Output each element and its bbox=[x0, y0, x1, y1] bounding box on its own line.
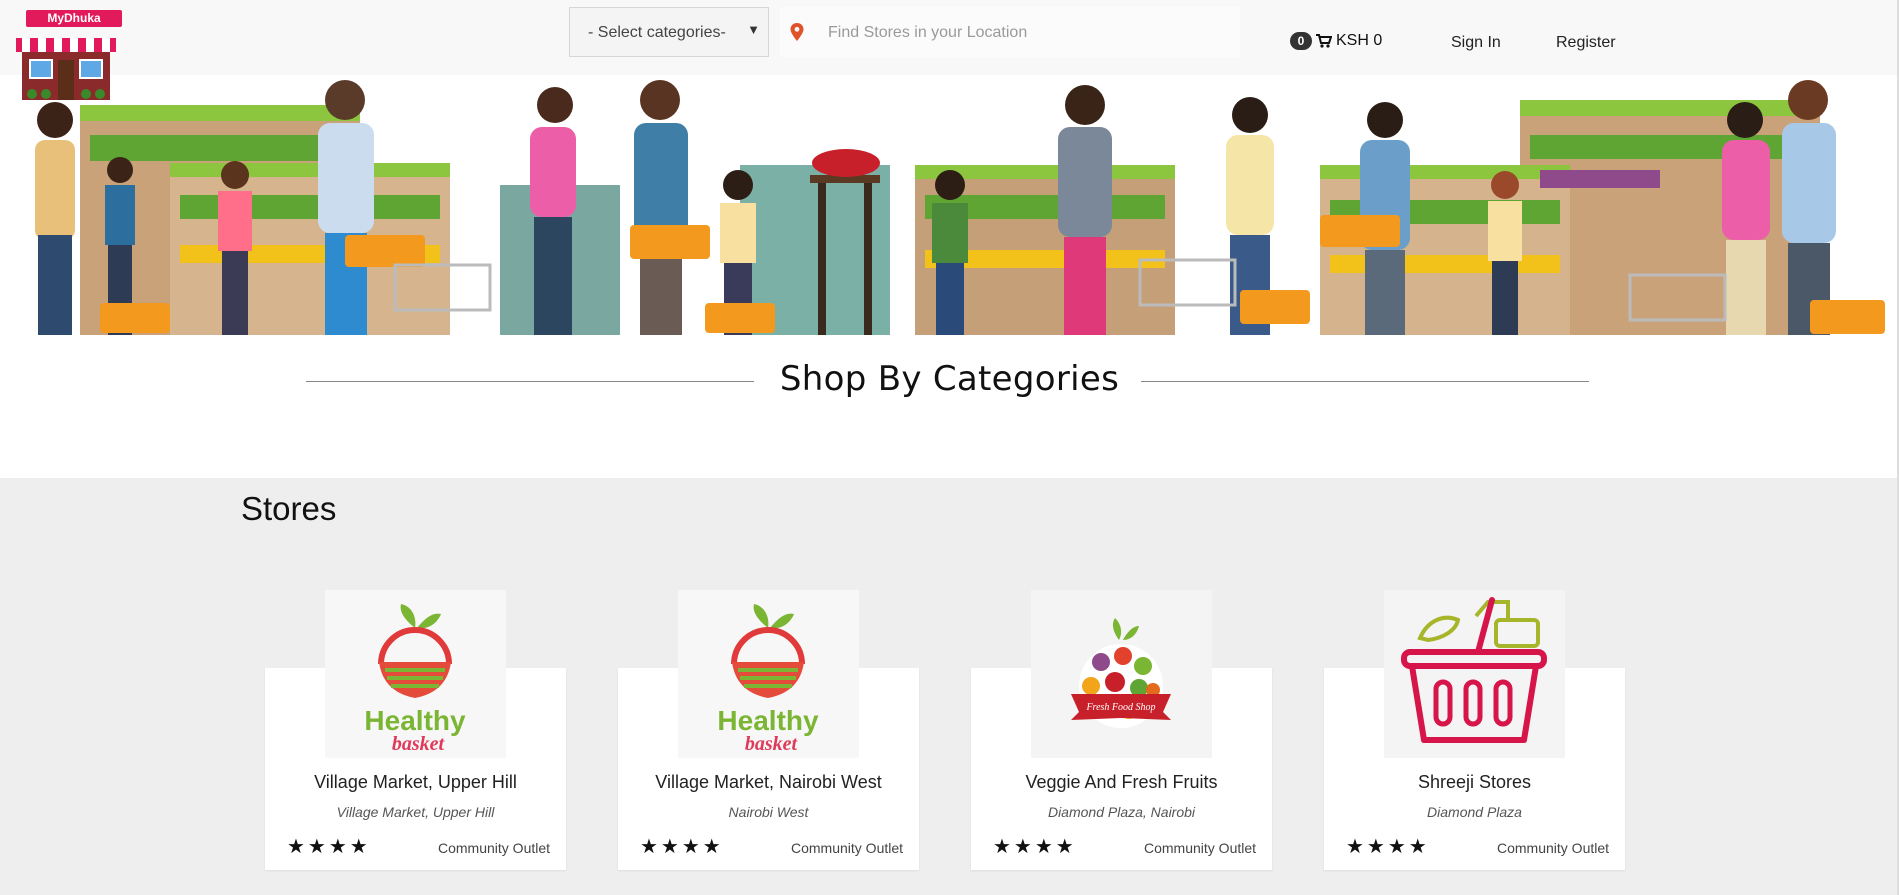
sign-in-link[interactable]: Sign In bbox=[1451, 34, 1501, 52]
store-name[interactable]: Village Market, Upper Hill bbox=[265, 772, 566, 793]
cart-count-badge: 0 bbox=[1290, 32, 1312, 50]
category-select-value: - Select categories- bbox=[588, 24, 726, 41]
category-select[interactable]: - Select categories- ▼ bbox=[569, 7, 769, 57]
store-name[interactable]: Shreeji Stores bbox=[1324, 772, 1625, 793]
hero-banner bbox=[0, 75, 1899, 335]
svg-text:Healthy: Healthy bbox=[364, 705, 466, 736]
store-name[interactable]: Village Market, Nairobi West bbox=[618, 772, 919, 793]
categories-heading: Shop By Categories bbox=[779, 359, 1120, 399]
stores-heading: Stores bbox=[241, 490, 337, 527]
location-search-input[interactable] bbox=[826, 19, 1210, 47]
store-category: Community Outlet bbox=[1144, 840, 1257, 856]
shopping-cart-icon bbox=[1316, 34, 1332, 48]
location-search[interactable] bbox=[780, 7, 1240, 57]
store-category: Community Outlet bbox=[1497, 840, 1610, 856]
location-pin-icon bbox=[790, 23, 804, 41]
store-location: Diamond Plaza bbox=[1427, 804, 1522, 820]
store-card[interactable]: Healthy basket Village Market, Upper Hil… bbox=[265, 590, 566, 870]
svg-text:basket: basket bbox=[392, 733, 446, 755]
banner-divider bbox=[913, 75, 915, 335]
categories-section: Shop By Categories bbox=[0, 335, 1899, 478]
svg-text:Fresh Food Shop: Fresh Food Shop bbox=[1085, 702, 1155, 713]
logo-text: MyDhuka bbox=[26, 10, 122, 27]
cart-total: KSH 0 bbox=[1336, 32, 1383, 49]
register-link[interactable]: Register bbox=[1556, 34, 1616, 52]
mydhuka-logo[interactable]: MyDhuka bbox=[12, 8, 122, 108]
healthy-basket-logo: Healthy basket bbox=[325, 590, 506, 758]
star-rating: ★★★★ bbox=[640, 836, 724, 858]
shoppers-illustration bbox=[35, 80, 1885, 335]
store-category: Community Outlet bbox=[791, 840, 904, 856]
store-card[interactable]: Shreeji Stores Diamond Plaza ★★★★ Commun… bbox=[1324, 590, 1625, 870]
stores-section: Stores Healthy basket Village Market, Up… bbox=[0, 478, 1899, 895]
star-rating: ★★★★ bbox=[1346, 836, 1430, 858]
store-category: Community Outlet bbox=[438, 840, 551, 856]
svg-text:basket: basket bbox=[745, 733, 799, 755]
star-rating: ★★★★ bbox=[993, 836, 1077, 858]
store-card[interactable]: Healthy basket Village Market, Nairobi W… bbox=[618, 590, 919, 870]
store-card[interactable]: Fresh Food Shop Veggie And Fresh Fruits … bbox=[971, 590, 1272, 870]
cart-summary[interactable]: 0 KSH 0 bbox=[1290, 30, 1382, 52]
chevron-down-icon: ▼ bbox=[747, 22, 760, 37]
shopping-basket-logo bbox=[1384, 590, 1565, 758]
page: - Select categories- ▼ 0 KSH 0 Sign In R… bbox=[0, 0, 1899, 895]
star-rating: ★★★★ bbox=[287, 836, 371, 858]
healthy-basket-logo: Healthy basket bbox=[678, 590, 859, 758]
fresh-food-shop-logo: Fresh Food Shop bbox=[1031, 590, 1212, 758]
heading-rule-right bbox=[1141, 381, 1589, 382]
store-location: Village Market, Upper Hill bbox=[336, 804, 495, 820]
svg-text:Healthy: Healthy bbox=[717, 705, 819, 736]
store-name[interactable]: Veggie And Fresh Fruits bbox=[971, 772, 1272, 793]
store-location: Diamond Plaza, Nairobi bbox=[1047, 804, 1196, 820]
site-header: - Select categories- ▼ 0 KSH 0 Sign In R… bbox=[0, 0, 1899, 75]
store-location: Nairobi West bbox=[728, 804, 809, 820]
